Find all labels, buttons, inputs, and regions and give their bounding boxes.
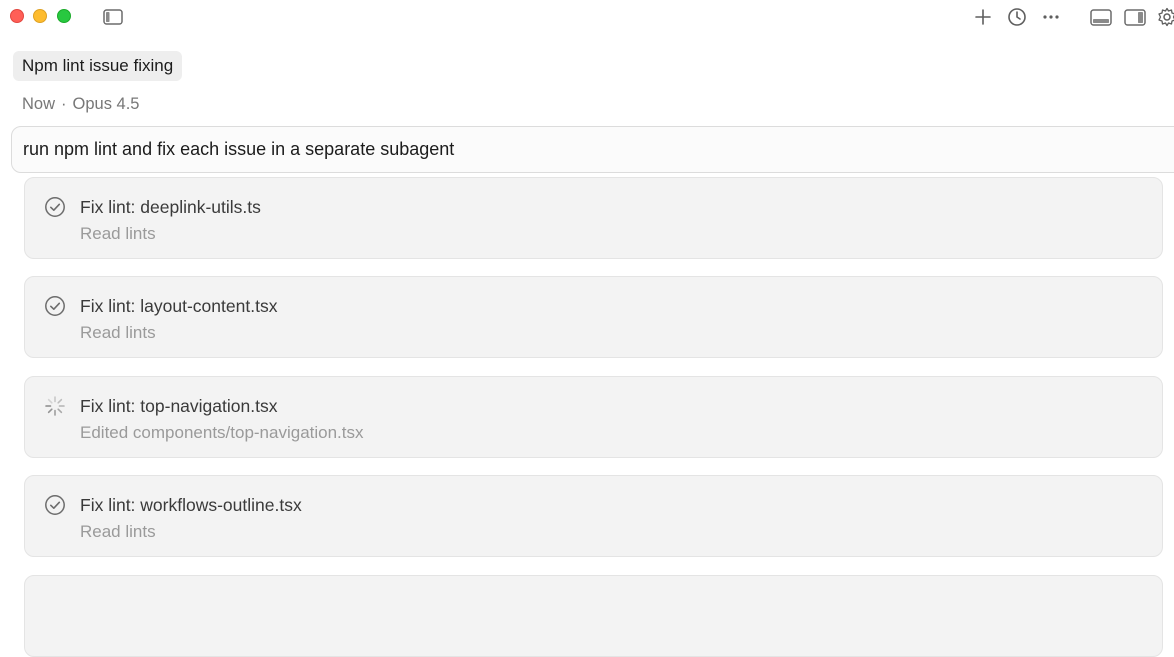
subagent-task-card[interactable]: Fix lint: deeplink-utils.ts Read lints [24,177,1163,259]
chat-meta: Now · Opus 4.5 [22,94,139,114]
task-title: Fix lint: deeplink-utils.ts [80,197,261,217]
plus-icon[interactable] [972,6,994,28]
task-title: Fix lint: workflows-outline.tsx [80,495,302,515]
task-subtitle: Read lints [80,522,156,541]
task-subtitle: Edited components/top-navigation.tsx [80,423,364,442]
chat-time: Now [22,95,56,113]
window-minimize-button[interactable] [33,9,47,23]
subagent-task-card[interactable]: Fix lint: workflows-outline.tsx Read lint… [24,475,1163,557]
title-bar [0,0,1174,34]
more-icon[interactable] [1040,6,1062,28]
gear-icon[interactable] [1156,6,1174,28]
task-title: Fix lint: top-navigation.tsx [80,396,278,416]
chat-model: Opus 4.5 [72,95,140,113]
meta-separator: · [61,95,67,113]
subagent-task-card[interactable]: Fix lint: layout-content.tsx Read lints [24,276,1163,358]
bottom-panel-icon[interactable] [1090,6,1112,28]
spinner-icon [44,395,66,417]
chat-title[interactable]: Npm lint issue fixing [13,51,183,81]
task-title: Fix lint: layout-content.tsx [80,296,278,316]
window-close-button[interactable] [10,9,24,23]
check-circle-icon [44,295,66,317]
check-circle-icon [44,196,66,218]
sidebar-toggle-icon[interactable] [102,6,124,28]
task-subtitle: Read lints [80,224,156,243]
task-subtitle: Read lints [80,323,156,342]
subagent-task-card[interactable]: Fix lint: top-navigation.tsx Edited compo… [24,376,1163,458]
subagent-task-card-partial[interactable] [24,575,1163,657]
user-prompt-message: run npm lint and fix each issue in a sep… [11,126,1174,173]
check-circle-icon [44,494,66,516]
right-panel-icon[interactable] [1124,6,1146,28]
history-icon[interactable] [1006,6,1028,28]
window-zoom-button[interactable] [57,9,71,23]
